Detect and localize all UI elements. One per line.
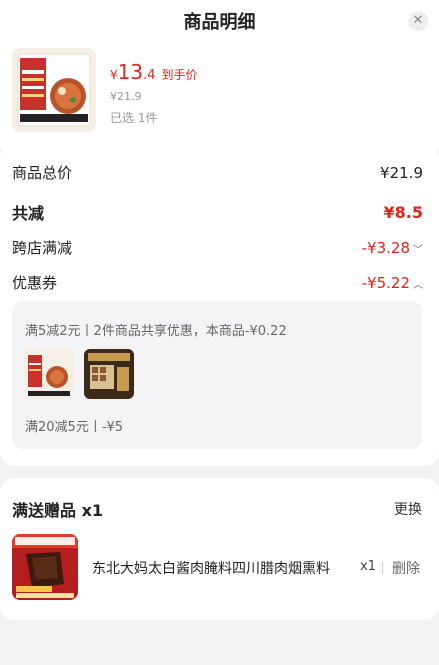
selected-quantity: 已选 1件 [110, 111, 158, 125]
chevron-down-icon[interactable]: ﹀ [413, 245, 423, 256]
change-gift-button[interactable]: 更换 [394, 499, 422, 519]
coupon-row[interactable]: 优惠券 -¥5.22 ︿ [12, 272, 423, 293]
gift-card: 满送赠品 x1 更换 东北大妈太白酱肉腌料四川腊肉烟熏料 x1 删除 [0, 478, 439, 620]
total-row: 商品总价 ¥21.9 [12, 163, 423, 183]
close-icon[interactable]: ✕ [408, 11, 428, 31]
gift-name[interactable]: 东北大妈太白酱肉腌料四川腊肉烟熏料 [92, 558, 348, 578]
gift-image [12, 534, 78, 600]
price-summary-card: 商品总价 ¥21.9 共减 ¥8.5 跨店满减 -¥3.28 ﹀ 优惠券 -¥5.… [0, 144, 439, 466]
product-header: 商品明细 ✕ ¥13.4 到手价 ¥21.9 已选 1件 [0, 0, 439, 150]
cross-store-row[interactable]: 跨店满减 -¥3.28 ﹀ [12, 237, 423, 258]
coupon-line-1: 满5减2元丨2件商品共享优惠，本商品-¥0.22 [25, 324, 287, 339]
product-thumbnail [12, 48, 96, 132]
coupon-product-image-2 [84, 349, 134, 399]
original-price: ¥21.9 [110, 90, 142, 103]
final-price: ¥13.4 到手价 [110, 60, 198, 84]
gift-quantity: x1 [360, 559, 376, 574]
price-block: ¥13.4 到手价 ¥21.9 已选 1件 [110, 60, 198, 126]
delete-gift-button[interactable]: 删除 [392, 558, 420, 578]
divider [382, 562, 383, 574]
coupon-line-2: 满20减5元丨-¥5 [25, 420, 124, 435]
coupon-detail-box: 满5减2元丨2件商品共享优惠，本商品-¥0.22 满20减5元丨-¥5 [12, 301, 422, 449]
discount-row: 共减 ¥8.5 [12, 202, 423, 224]
page-title: 商品明细 [183, 12, 256, 33]
coupon-product-image-1 [24, 349, 74, 399]
gift-title: 满送赠品 x1 [12, 501, 104, 520]
chevron-up-icon[interactable]: ︿ [413, 280, 423, 291]
